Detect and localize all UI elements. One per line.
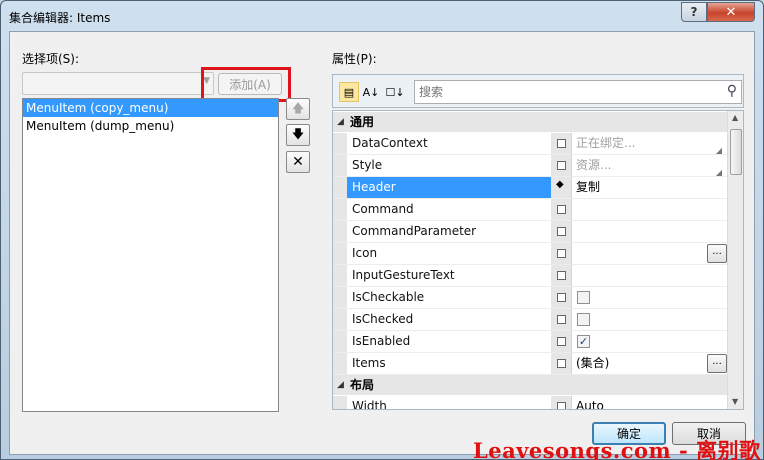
property-marker-icon[interactable]	[557, 293, 566, 302]
sort-by-source-icon[interactable]: ☐↓	[385, 82, 405, 102]
vertical-scrollbar[interactable]: ▲ ▼	[727, 111, 743, 409]
property-value-text: 资源...	[576, 158, 612, 172]
property-marker-icon[interactable]	[557, 402, 566, 409]
category-name: 布局	[350, 378, 375, 392]
select-items-label: 选择项(S):	[22, 52, 80, 66]
ellipsis-button[interactable]: ...	[707, 354, 727, 373]
property-value[interactable]	[571, 221, 727, 242]
search-box[interactable]: ⚲	[414, 80, 742, 104]
property-marker-icon[interactable]	[557, 337, 566, 346]
arrow-down-icon: 🡇	[291, 126, 305, 141]
property-row-command[interactable]: Command	[333, 199, 727, 221]
property-value[interactable]: 资源... ◢	[571, 155, 727, 177]
item-type-combo[interactable]: ▼	[22, 72, 214, 95]
property-row-commandparameter[interactable]: CommandParameter	[333, 221, 727, 243]
ischeckable-checkbox[interactable]	[577, 291, 590, 304]
category-general[interactable]: ◢ 通用	[333, 112, 727, 132]
items-list[interactable]: MenuItem (copy_menu) MenuItem (dump_menu…	[22, 98, 279, 412]
move-up-button[interactable]: 🡅	[286, 98, 310, 120]
help-button[interactable]: ?	[681, 2, 707, 22]
property-value[interactable]: 正在绑定... ◢	[571, 133, 727, 155]
property-value	[571, 309, 727, 330]
arrow-up-icon: 🡅	[291, 100, 305, 115]
category-layout[interactable]: ◢ 布局	[333, 375, 727, 395]
scrollbar-thumb[interactable]	[730, 129, 742, 175]
property-name: Width	[347, 396, 551, 409]
property-name: IsChecked	[347, 309, 551, 330]
property-name: Header	[347, 177, 551, 198]
diamond-marker-icon[interactable]: ◆	[556, 179, 565, 190]
property-value-text: (集合)	[576, 356, 610, 370]
property-row-style[interactable]: Style 资源... ◢	[333, 155, 727, 177]
categorized-view-icon[interactable]: ▤	[339, 82, 359, 102]
property-name: InputGestureText	[347, 265, 551, 286]
property-grid[interactable]: ◢ 通用 DataContext 正在绑定... ◢ Style 资源... ◢	[332, 110, 744, 410]
property-name: Icon	[347, 243, 551, 264]
property-name: DataContext	[347, 133, 551, 154]
move-down-button[interactable]: 🡇	[286, 124, 310, 146]
close-button[interactable]: ✕	[707, 2, 755, 22]
property-value-text: 正在绑定...	[576, 136, 636, 150]
property-row-header[interactable]: Header ◆ 复制	[333, 177, 727, 199]
property-value[interactable]	[571, 199, 727, 220]
category-name: 通用	[350, 115, 375, 129]
properties-toolbar: ▤ A↓ ☐↓ ⚲	[332, 74, 744, 108]
scroll-up-icon[interactable]: ▲	[732, 113, 738, 122]
property-name: Command	[347, 199, 551, 220]
property-value[interactable]: ...	[571, 243, 727, 264]
property-value[interactable]: 复制	[571, 177, 727, 198]
window-title: 集合编辑器: Items	[9, 11, 111, 25]
property-marker-icon[interactable]	[557, 315, 566, 324]
property-name: IsCheckable	[347, 287, 551, 308]
expand-triangle-icon[interactable]: ◢	[337, 112, 344, 132]
property-marker-icon[interactable]	[557, 359, 566, 368]
properties-label: 属性(P):	[332, 52, 377, 66]
property-row-isenabled[interactable]: IsEnabled ✓	[333, 331, 727, 353]
red-highlight-annotation	[201, 67, 291, 102]
property-value: ✓	[571, 331, 727, 352]
property-row-items[interactable]: Items (集合) ...	[333, 353, 727, 375]
property-row-width[interactable]: Width Auto	[333, 396, 727, 409]
property-row-datacontext[interactable]: DataContext 正在绑定... ◢	[333, 133, 727, 155]
property-name: Items	[347, 353, 551, 374]
scroll-down-icon[interactable]: ▼	[732, 397, 738, 406]
property-row-ischeckable[interactable]: IsCheckable	[333, 287, 727, 309]
expand-triangle-icon[interactable]: ◢	[337, 375, 344, 395]
property-name: Style	[347, 155, 551, 176]
property-name: IsEnabled	[347, 331, 551, 352]
property-marker-icon[interactable]	[557, 139, 566, 148]
property-marker-icon[interactable]	[557, 227, 566, 236]
property-row-inputgesturetext[interactable]: InputGestureText	[333, 265, 727, 287]
ellipsis-button[interactable]: ...	[707, 244, 727, 263]
delete-button[interactable]: ✕	[286, 151, 310, 173]
property-name: CommandParameter	[347, 221, 551, 242]
property-row-icon[interactable]: Icon ...	[333, 243, 727, 265]
dialog-client-area: 选择项(S): 属性(P): ▼ 添加(A) MenuItem (copy_me…	[9, 31, 755, 455]
collection-editor-window: 集合编辑器: Items ? ✕ 选择项(S): 属性(P): ▼ 添加(A) …	[0, 0, 764, 460]
property-value	[571, 287, 727, 308]
property-marker-icon[interactable]	[557, 249, 566, 258]
isenabled-checkbox[interactable]: ✓	[577, 335, 590, 348]
property-row-ischecked[interactable]: IsChecked	[333, 309, 727, 331]
sort-alphabetical-icon[interactable]: A↓	[361, 82, 381, 102]
list-item[interactable]: MenuItem (dump_menu)	[23, 117, 278, 135]
property-value[interactable]: Auto	[571, 396, 727, 409]
search-input[interactable]	[415, 81, 715, 103]
property-marker-icon[interactable]	[557, 205, 566, 214]
watermark-text: Leavesongs.com - 离别歌	[473, 438, 761, 460]
ischecked-checkbox[interactable]	[577, 313, 590, 326]
search-icon[interactable]: ⚲	[727, 83, 737, 99]
property-marker-icon[interactable]	[557, 271, 566, 280]
title-bar[interactable]: 集合编辑器: Items ? ✕	[1, 1, 763, 31]
property-value[interactable]: (集合) ...	[571, 353, 727, 374]
resize-grip-icon[interactable]: ⋰	[752, 447, 760, 456]
list-item[interactable]: MenuItem (copy_menu)	[23, 99, 278, 117]
property-value[interactable]	[571, 265, 727, 286]
property-marker-icon[interactable]	[557, 161, 566, 170]
delete-x-icon: ✕	[292, 154, 304, 170]
